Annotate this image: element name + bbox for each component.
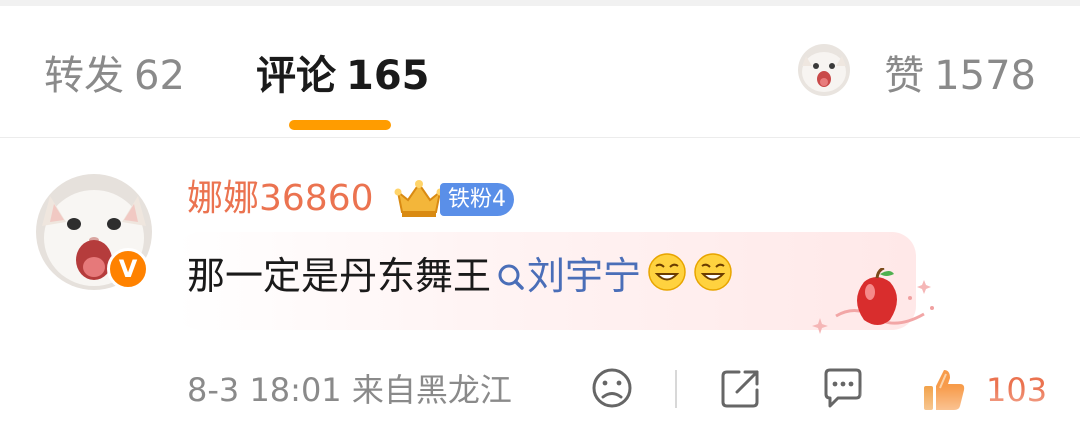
comment-body: 那一定是丹东舞王 刘宇宁: [187, 248, 733, 307]
tab-likes-label: 赞: [884, 53, 925, 99]
tab-comment-count: 165: [346, 53, 430, 99]
tabs-divider: [0, 137, 1080, 138]
share-icon[interactable]: [719, 366, 763, 412]
crown-icon: [392, 178, 446, 220]
apple-decoration-icon: [806, 266, 946, 338]
commenter-username[interactable]: 娜娜36860: [187, 176, 374, 222]
grin-emoji: [693, 251, 733, 307]
action-separator: [675, 370, 677, 408]
tab-likes[interactable]: 赞 1578: [884, 48, 1036, 104]
tab-comment[interactable]: 评论 165: [256, 48, 430, 104]
sad-face-icon[interactable]: [590, 366, 634, 412]
tab-likes-count: 1578: [934, 53, 1036, 99]
active-tab-indicator: [289, 120, 391, 130]
bottom-fade-overlay: [860, 386, 1080, 441]
liker-avatar[interactable]: [798, 44, 850, 96]
verified-badge: V: [107, 248, 149, 290]
tab-comment-label: 评论: [256, 53, 336, 99]
fan-level-badge: 铁粉4: [440, 183, 514, 216]
top-strip: [0, 0, 1080, 6]
comment-meta: 8-3 18:01 来自黑龙江: [187, 371, 512, 409]
search-link[interactable]: 刘宇宁: [527, 254, 641, 298]
tab-repost-count: 62: [134, 53, 185, 99]
tab-repost[interactable]: 转发 62: [44, 48, 185, 104]
search-icon: [497, 251, 525, 307]
comment-text: 那一定是丹东舞王: [187, 254, 492, 298]
grin-emoji: [647, 251, 687, 307]
tab-repost-label: 转发: [44, 53, 124, 99]
